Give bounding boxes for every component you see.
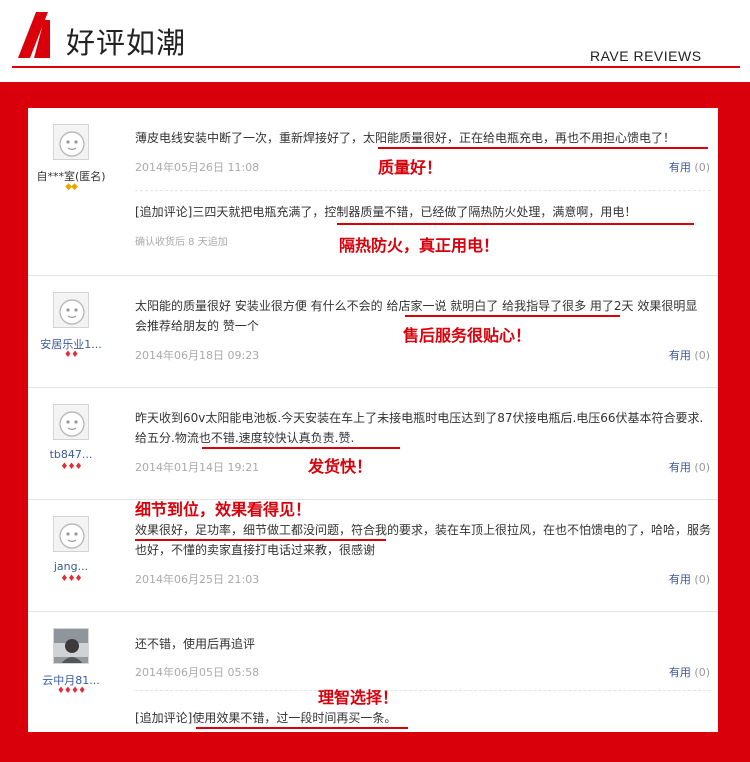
review-text: 还不错，使用后再追评 (135, 637, 256, 651)
followup-tag: 隔热防火，真正用电！ (339, 236, 500, 255)
useful-label[interactable]: 有用 (669, 666, 691, 679)
review-item: tb847... ♦♦♦ 昨天收到60v太阳能电池板.今天安装在车上了未接电瓶时… (28, 388, 718, 500)
useful-count: (0) (694, 161, 710, 174)
useful-label[interactable]: 有用 (669, 573, 691, 586)
default-avatar-icon[interactable] (53, 404, 89, 440)
reviewer-rank-icon: ♦♦♦ (60, 574, 82, 584)
review-item: 自***室(匿名) ◆◆ 薄皮电线安装中断了一次，重新焊接好了，太阳能质量很好，… (28, 108, 718, 276)
useful-button[interactable]: 有用 (0) (669, 347, 710, 363)
logo-slash-icon (14, 12, 54, 62)
review-text: 薄皮电线安装中断了一次，重新焊接好了，太阳能质量很好，正在给电瓶充电，再也不用担… (135, 131, 676, 145)
reviewer-rank-icon: ♦♦♦ (60, 462, 82, 472)
default-avatar-icon[interactable] (53, 292, 89, 328)
default-avatar-icon[interactable] (53, 124, 89, 160)
highlight-tag: 售后服务很贴心！ (403, 326, 532, 345)
highlight-underline (135, 539, 386, 541)
header-divider (12, 66, 740, 68)
reviews-card: 自***室(匿名) ◆◆ 薄皮电线安装中断了一次，重新焊接好了，太阳能质量很好，… (28, 108, 718, 732)
highlight-tag: 细节到位，效果看得见！ (135, 500, 312, 519)
followup-meta: 确认收货后 8 天追加 (135, 237, 228, 248)
followup-divider (135, 690, 711, 691)
useful-count: (0) (694, 666, 710, 679)
photo-avatar-icon[interactable] (53, 628, 89, 664)
review-text: 昨天收到60v太阳能电池板.今天安装在车上了未接电瓶时电压达到了87伏接电瓶后.… (135, 411, 704, 445)
followup-text: [追加评论]三四天就把电瓶充满了，控制器质量不错，已经做了隔热防火处理，满意啊，… (135, 205, 637, 219)
reviewer-name[interactable]: tb847... (28, 448, 114, 461)
page-subtitle: RAVE REVIEWS (590, 48, 702, 64)
useful-button[interactable]: 有用 (0) (669, 159, 710, 175)
highlight-underline (202, 447, 400, 449)
useful-button[interactable]: 有用 (0) (669, 664, 710, 680)
reviewer-rank-icon: ◆◆ (65, 182, 78, 192)
review-item: jang... ♦♦♦ 细节到位，效果看得见！ 效果很好，足功率，细节做工都没问… (28, 500, 718, 612)
page-header: 好评如潮 RAVE REVIEWS (0, 0, 750, 80)
review-date: 2014年06月25日 21:03 (135, 573, 260, 586)
review-date: 2014年06月05日 05:58 (135, 666, 260, 679)
page-title: 好评如潮 (66, 26, 187, 60)
followup-text: [追加评论]使用效果不错，过一段时间再买一条。 (135, 711, 397, 725)
review-date: 2014年05月26日 11:08 (135, 161, 260, 174)
useful-count: (0) (694, 573, 710, 586)
highlight-tag: 发货快！ (308, 457, 373, 476)
review-date: 2014年06月18日 09:23 (135, 349, 260, 362)
useful-count: (0) (694, 461, 710, 474)
useful-button[interactable]: 有用 (0) (669, 459, 710, 475)
followup-divider (135, 190, 711, 191)
reviewer-rank-icon: ♦♦ (63, 350, 79, 360)
reviewer-name[interactable]: jang... (28, 560, 114, 573)
review-date: 2014年01月14日 19:21 (135, 461, 260, 474)
followup-underline (337, 223, 694, 225)
default-avatar-icon[interactable] (53, 516, 89, 552)
review-item: 云中月81... ♦♦♦♦ 还不错，使用后再追评 2014年06月05日 05:… (28, 612, 718, 732)
useful-count: (0) (694, 349, 710, 362)
useful-button[interactable]: 有用 (0) (669, 571, 710, 587)
review-item: 安居乐业1... ♦♦ 太阳能的质量很好 安装业很方便 有什么不会的 给店家一说… (28, 276, 718, 388)
useful-label[interactable]: 有用 (669, 461, 691, 474)
useful-label[interactable]: 有用 (669, 349, 691, 362)
useful-label[interactable]: 有用 (669, 161, 691, 174)
followup-underline (196, 727, 408, 729)
reviewer-rank-icon: ♦♦♦♦ (56, 686, 86, 696)
highlight-tag: 质量好！ (378, 158, 443, 177)
highlight-underline (378, 147, 708, 149)
followup-tag: 理智选择！ (318, 688, 399, 707)
highlight-underline (405, 315, 620, 317)
